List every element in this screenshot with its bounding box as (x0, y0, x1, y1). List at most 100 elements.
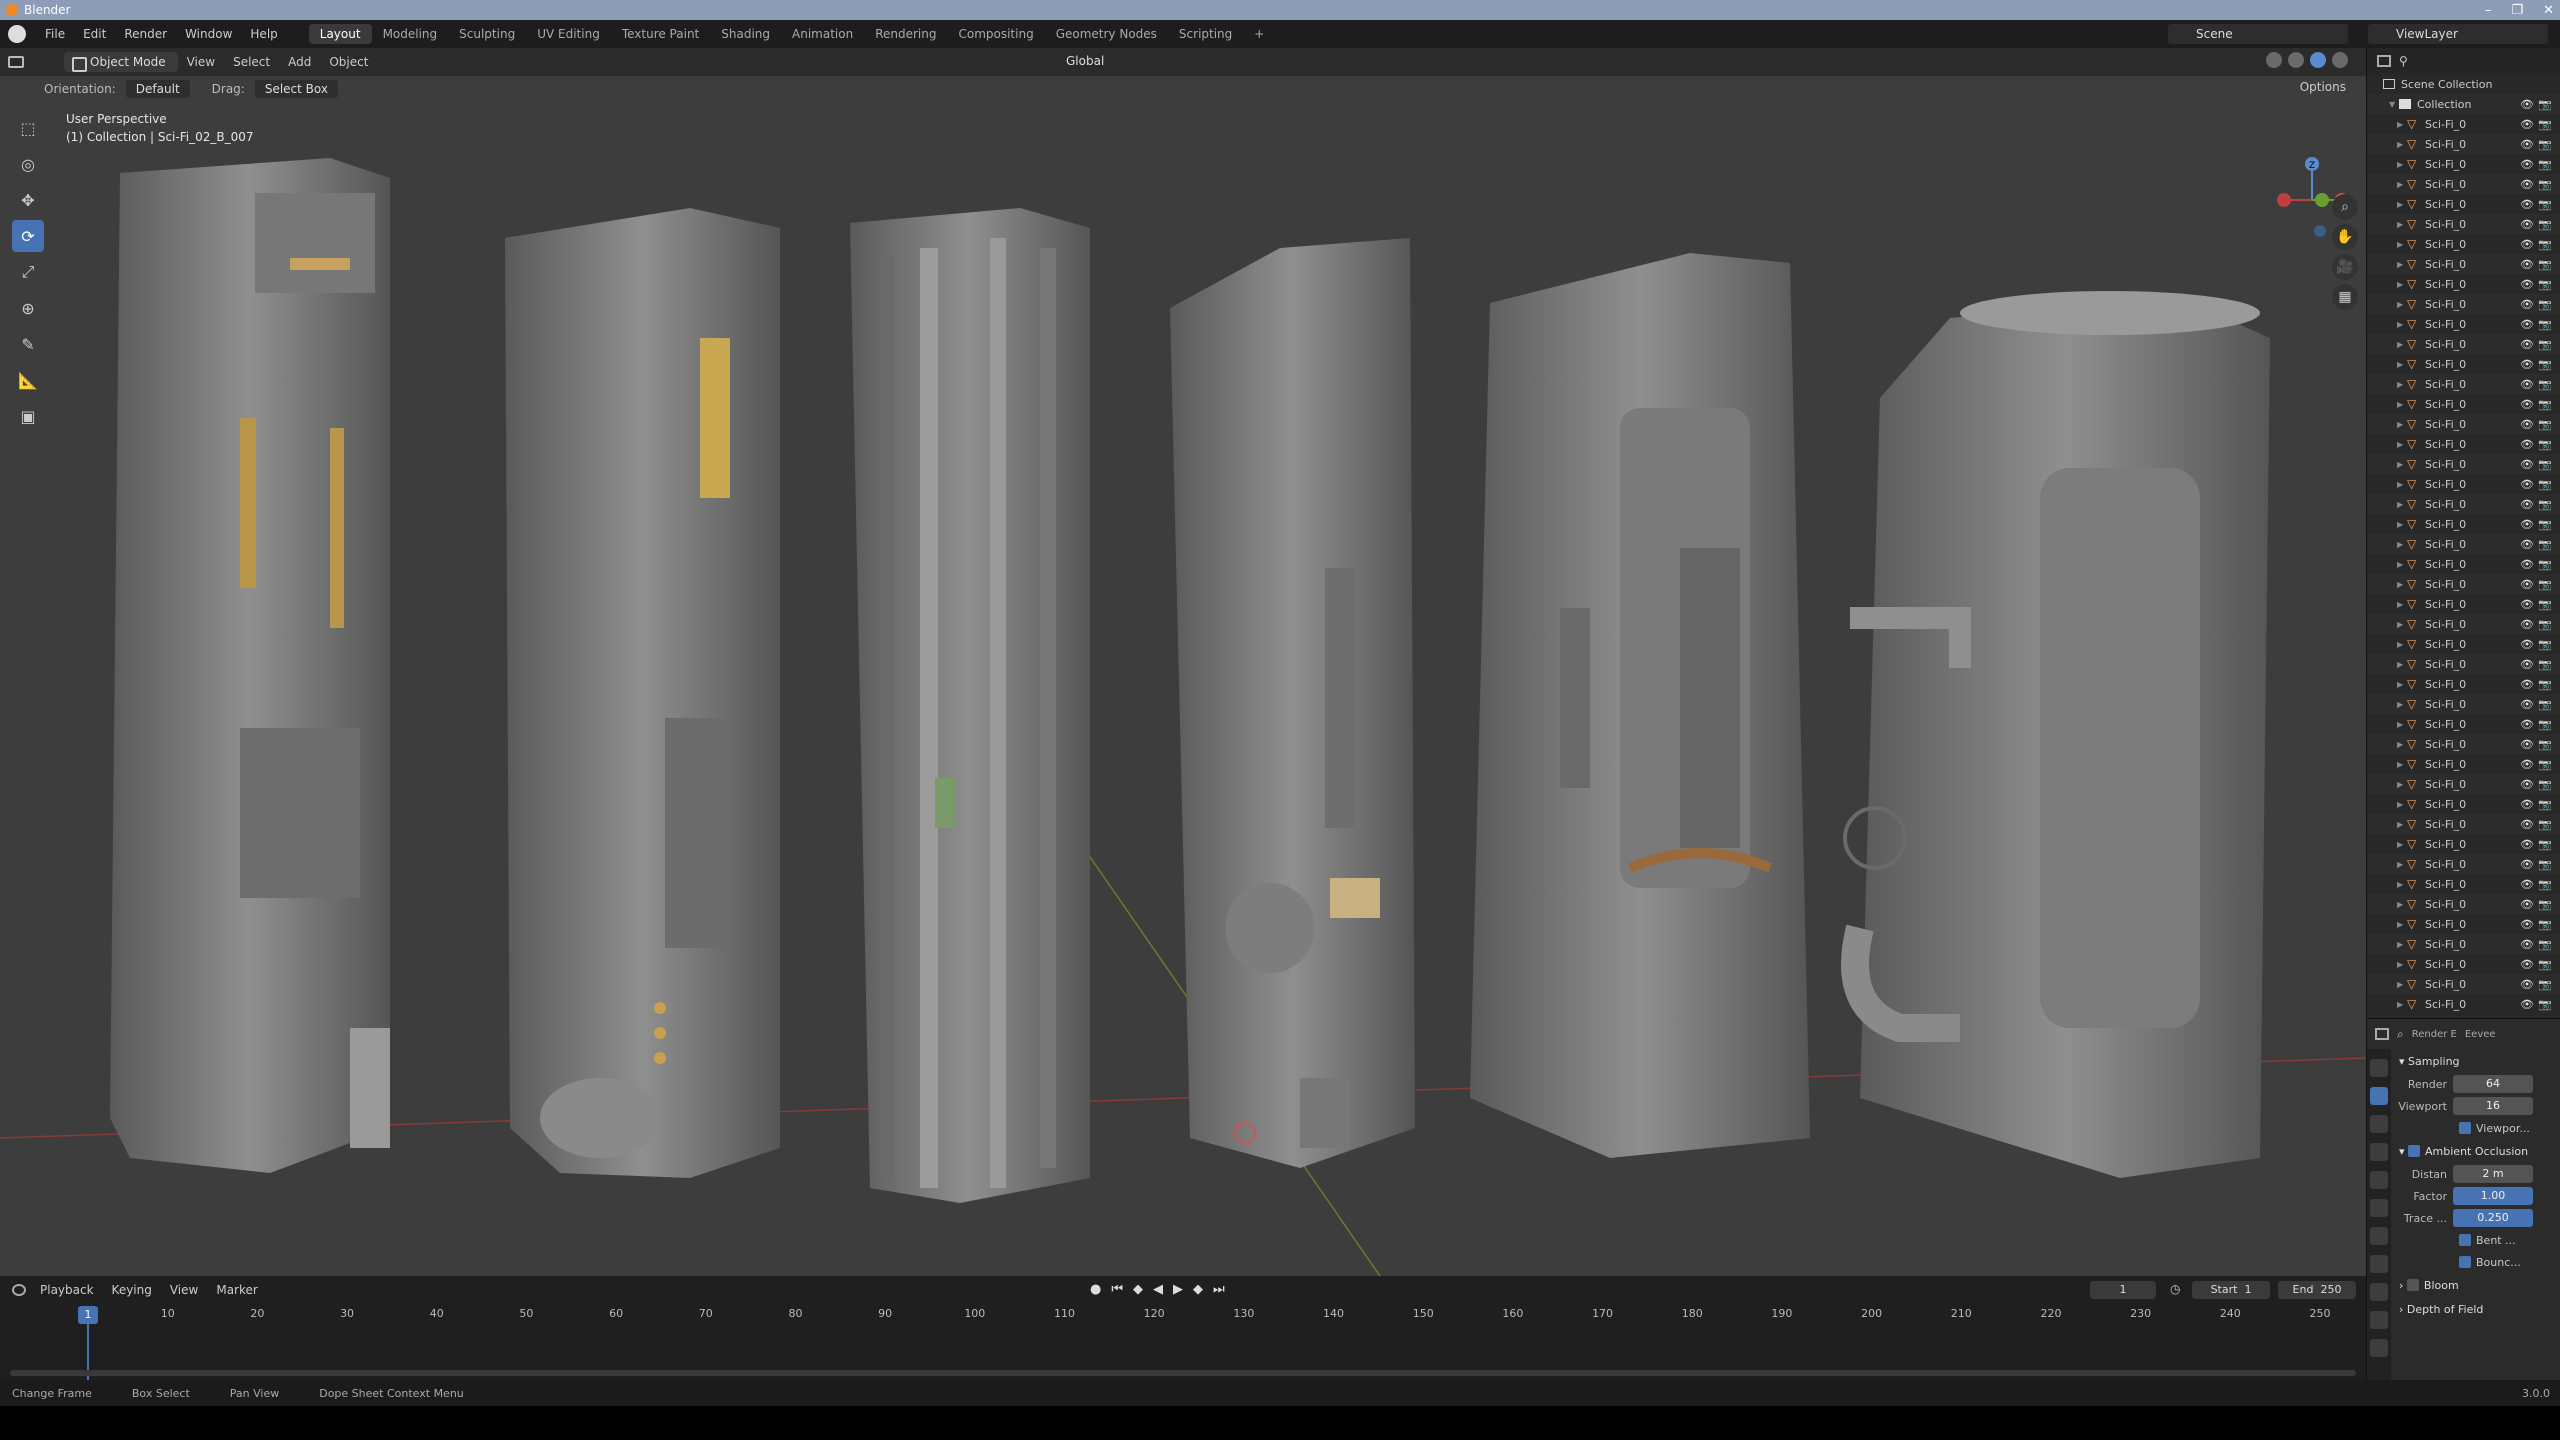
outliner-object-row[interactable]: ▶ ▽ Sci-Fi_0 👁 📷 (2367, 674, 2560, 694)
visibility-eye-icon[interactable]: 👁 (2520, 478, 2534, 491)
render-camera-icon[interactable]: 📷 (2538, 738, 2552, 751)
visibility-eye-icon[interactable]: 👁 (2520, 538, 2534, 551)
expand-arrow-icon[interactable]: ▶ (2397, 460, 2407, 469)
visibility-eye-icon[interactable]: 👁 (2520, 758, 2534, 771)
bloom-panel-header[interactable]: › Bloom (2393, 1273, 2560, 1297)
tab-shading[interactable]: Shading (710, 24, 781, 44)
render-camera-icon[interactable]: 📷 (2538, 918, 2552, 931)
menu-render[interactable]: Render (115, 27, 176, 41)
expand-arrow-icon[interactable]: ▶ (2397, 1000, 2407, 1009)
visibility-eye-icon[interactable]: 👁 (2520, 438, 2534, 451)
render-camera-icon[interactable]: 📷 (2538, 658, 2552, 671)
render-camera-icon[interactable]: 📷 (2538, 158, 2552, 171)
visibility-eye-icon[interactable]: 👁 (2520, 818, 2534, 831)
outliner-collection[interactable]: ▼ Collection 👁 📷 (2367, 94, 2560, 114)
render-camera-icon[interactable]: 📷 (2538, 538, 2552, 551)
blender-menu-icon[interactable] (8, 25, 26, 43)
render-camera-icon[interactable]: 📷 (2538, 898, 2552, 911)
orientation-dropdown[interactable]: Default (125, 80, 190, 98)
expand-arrow-icon[interactable]: ▶ (2397, 920, 2407, 929)
expand-arrow-icon[interactable]: ▶ (2397, 520, 2407, 529)
tab-layout[interactable]: Layout (308, 24, 372, 44)
outliner-object-row[interactable]: ▶ ▽ Sci-Fi_0 👁 📷 (2367, 154, 2560, 174)
visibility-eye-icon[interactable]: 👁 (2520, 338, 2534, 351)
render-camera-icon[interactable]: 📷 (2538, 338, 2552, 351)
render-camera-icon[interactable]: 📷 (2538, 998, 2552, 1011)
outliner-object-row[interactable]: ▶ ▽ Sci-Fi_0 👁 📷 (2367, 754, 2560, 774)
material-preview-shading-icon[interactable] (2310, 52, 2326, 68)
scifi-pillar-1[interactable] (110, 158, 390, 1173)
bounce-checkbox[interactable] (2459, 1256, 2471, 1268)
properties-search-icon[interactable]: ⌕ (2397, 1027, 2404, 1042)
render-camera-icon[interactable]: 📷 (2538, 558, 2552, 571)
outliner-object-row[interactable]: ▶ ▽ Sci-Fi_0 👁 📷 (2367, 894, 2560, 914)
outliner-tree[interactable]: Scene Collection ▼ Collection 👁 📷 ▶ ▽ Sci-… (2367, 74, 2560, 1034)
play-icon[interactable]: ▶ (1173, 1282, 1183, 1297)
expand-arrow-icon[interactable]: ▶ (2397, 540, 2407, 549)
playhead[interactable]: 1 (78, 1306, 98, 1324)
viewlayer-selector[interactable]: ViewLayer (2368, 24, 2548, 44)
zoom-icon[interactable]: ⌕ (2332, 194, 2358, 220)
outliner-object-row[interactable]: ▶ ▽ Sci-Fi_0 👁 📷 (2367, 474, 2560, 494)
select-box-tool-icon[interactable]: ⬚ (12, 112, 44, 144)
render-camera-icon[interactable]: 📷 (2538, 518, 2552, 531)
solid-shading-icon[interactable] (2288, 52, 2304, 68)
visibility-eye-icon[interactable]: 👁 (2520, 458, 2534, 471)
render-camera-icon[interactable]: 📷 (2538, 798, 2552, 811)
expand-arrow-icon[interactable]: ▶ (2397, 820, 2407, 829)
gizmo-y-icon[interactable] (2315, 193, 2329, 207)
render-camera-icon[interactable]: 📷 (2538, 478, 2552, 491)
outliner-object-row[interactable]: ▶ ▽ Sci-Fi_0 👁 📷 (2367, 254, 2560, 274)
modifier-tab-icon[interactable] (2370, 1283, 2388, 1301)
outliner-object-row[interactable]: ▶ ▽ Sci-Fi_0 👁 📷 (2367, 454, 2560, 474)
render-camera-icon[interactable]: 📷 (2538, 438, 2552, 451)
expand-arrow-icon[interactable]: ▶ (2397, 200, 2407, 209)
expand-arrow-icon[interactable]: ▶ (2397, 940, 2407, 949)
visibility-eye-icon[interactable]: 👁 (2520, 118, 2534, 131)
visibility-eye-icon[interactable]: 👁 (2520, 958, 2534, 971)
frame-ruler[interactable]: 10 20 30 40 50 60 70 80 90 100 110 120 130 140 150 160 1… (0, 1304, 2366, 1326)
outliner-object-row[interactable]: ▶ ▽ Sci-Fi_0 👁 📷 (2367, 994, 2560, 1014)
outliner-object-row[interactable]: ▶ ▽ Sci-Fi_0 👁 📷 (2367, 294, 2560, 314)
render-camera-icon[interactable]: 📷 (2538, 838, 2552, 851)
visibility-eye-icon[interactable]: 👁 (2520, 238, 2534, 251)
tab-scripting[interactable]: Scripting (1168, 24, 1243, 44)
visibility-eye-icon[interactable]: 👁 (2520, 678, 2534, 691)
expand-arrow-icon[interactable]: ▶ (2397, 840, 2407, 849)
bloom-checkbox[interactable] (2406, 1279, 2419, 1291)
scifi-pillar-2[interactable] (505, 208, 780, 1178)
viewport-samples-field[interactable]: 16 (2453, 1097, 2533, 1115)
record-icon[interactable]: ● (1090, 1282, 1101, 1297)
ao-trace-slider[interactable]: 0.250 (2453, 1209, 2533, 1227)
visibility-eye-icon[interactable]: 👁 (2520, 718, 2534, 731)
scene-selector[interactable]: Scene (2168, 24, 2348, 44)
drag-dropdown[interactable]: Select Box (254, 80, 338, 98)
view-layer-tab-icon[interactable] (2370, 1143, 2388, 1161)
tab-compositing[interactable]: Compositing (947, 24, 1044, 44)
gizmo-x-neg-icon[interactable] (2277, 193, 2291, 207)
outliner-object-row[interactable]: ▶ ▽ Sci-Fi_0 👁 📷 (2367, 574, 2560, 594)
outliner-object-row[interactable]: ▶ ▽ Sci-Fi_0 👁 📷 (2367, 594, 2560, 614)
render-camera-icon[interactable]: 📷 (2538, 818, 2552, 831)
outliner-object-row[interactable]: ▶ ▽ Sci-Fi_0 👁 📷 (2367, 174, 2560, 194)
visibility-eye-icon[interactable]: 👁 (2520, 178, 2534, 191)
visibility-eye-icon[interactable]: 👁 (2520, 558, 2534, 571)
outliner-object-row[interactable]: ▶ ▽ Sci-Fi_0 👁 📷 (2367, 914, 2560, 934)
collection-tab-icon[interactable] (2370, 1227, 2388, 1245)
outliner-editor-icon[interactable] (2377, 55, 2391, 67)
outliner-object-row[interactable]: ▶ ▽ Sci-Fi_0 👁 📷 (2367, 354, 2560, 374)
expand-arrow-icon[interactable]: ▶ (2397, 440, 2407, 449)
render-camera-icon[interactable]: 📷 (2538, 198, 2552, 211)
tab-sculpting[interactable]: Sculpting (448, 24, 526, 44)
wireframe-shading-icon[interactable] (2266, 52, 2282, 68)
outliner-object-row[interactable]: ▶ ▽ Sci-Fi_0 👁 📷 (2367, 394, 2560, 414)
visibility-eye-icon[interactable]: 👁 (2520, 358, 2534, 371)
expand-arrow-icon[interactable]: ▶ (2397, 800, 2407, 809)
expand-arrow-icon[interactable]: ▶ (2397, 600, 2407, 609)
scifi-pillar-4[interactable] (1170, 238, 1415, 1168)
visibility-eye-icon[interactable]: 👁 (2520, 838, 2534, 851)
transform-tool-icon[interactable]: ⊕ (12, 292, 44, 324)
menu-timeline-view[interactable]: View (170, 1283, 198, 1297)
render-camera-icon[interactable]: 📷 (2538, 298, 2552, 311)
outliner-object-row[interactable]: ▶ ▽ Sci-Fi_0 👁 📷 (2367, 374, 2560, 394)
